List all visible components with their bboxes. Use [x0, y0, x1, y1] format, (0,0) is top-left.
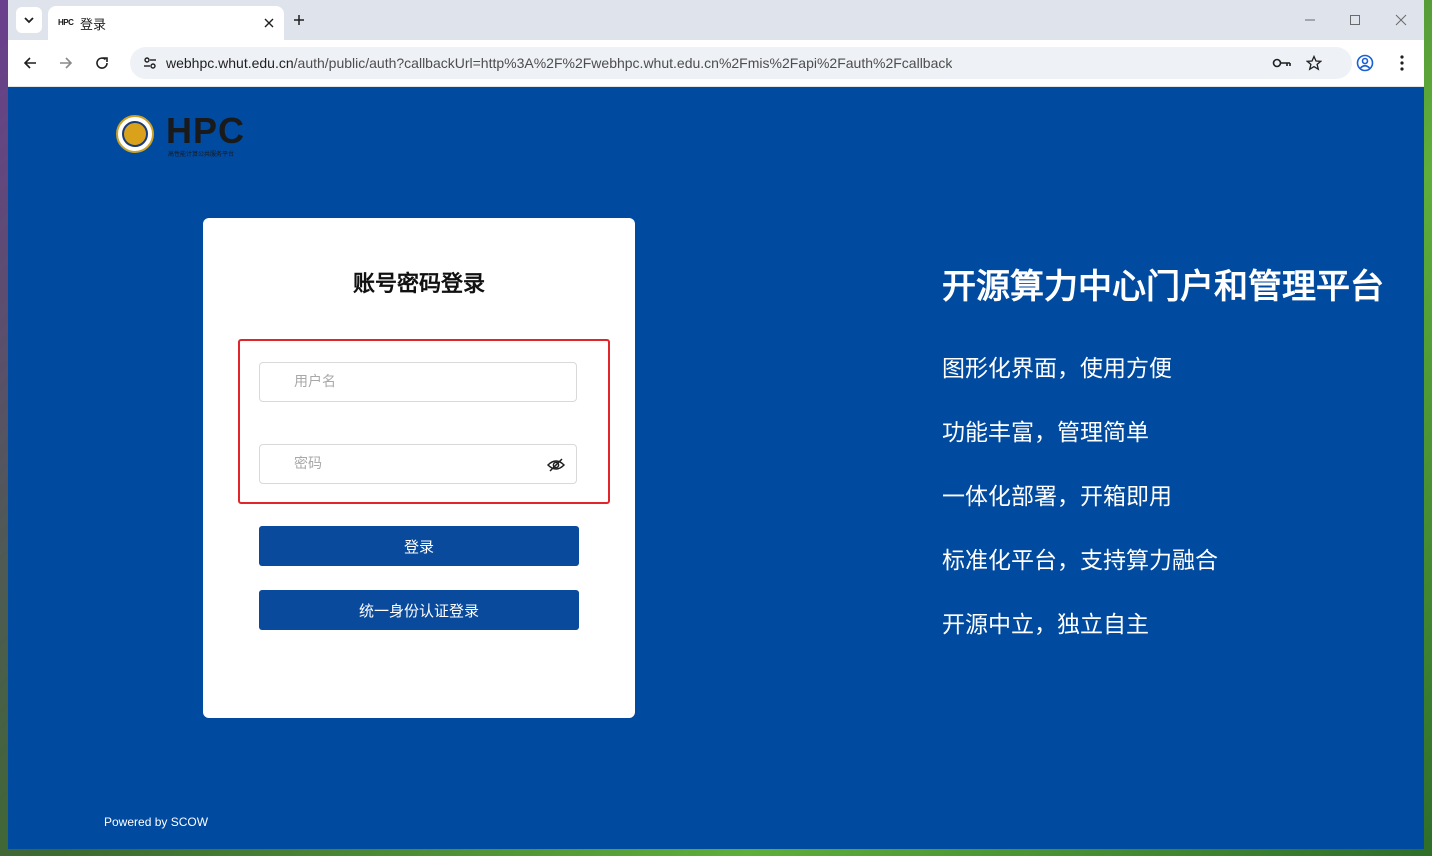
minimize-icon [1305, 19, 1315, 21]
forward-icon [60, 57, 73, 69]
profile-icon [1356, 54, 1374, 72]
password-key-button[interactable] [1272, 53, 1292, 73]
login-title: 账号密码登录 [352, 272, 485, 297]
back-icon [23, 57, 36, 69]
url-text: webhpc.whut.edu.cn/auth/public/auth?call… [166, 55, 952, 71]
username-field[interactable] [259, 362, 577, 402]
university-seal-icon [116, 115, 154, 153]
feature-item: 功能丰富，管理简单 [942, 420, 1149, 446]
url-path: /auth/public/auth?callbackUrl=http%3A%2F… [293, 55, 953, 71]
key-icon [1272, 58, 1291, 68]
back-button[interactable] [19, 52, 41, 74]
close-icon [264, 18, 274, 28]
sso-login-button[interactable]: 统一身份认证登录 [259, 590, 579, 630]
minimize-button[interactable] [1300, 10, 1320, 30]
close-icon [1395, 14, 1407, 26]
browser-toolbar: webhpc.whut.edu.cn/auth/public/auth?call… [8, 40, 1424, 87]
window-close-button[interactable] [1391, 10, 1411, 30]
tab-bar: HPC 登录 [8, 0, 1424, 40]
forward-button[interactable] [55, 52, 77, 74]
bookmark-button[interactable] [1304, 53, 1324, 73]
login-page: HPC 高性能计算公共服务平台 账号密码登录 登录 统一身份认证登录 开源算力中… [8, 87, 1424, 849]
login-button[interactable]: 登录 [259, 526, 579, 566]
username-input[interactable] [292, 373, 536, 391]
logo-subtitle: 高性能计算公共服务平台 [168, 151, 235, 158]
hpc-logo: HPC 高性能计算公共服务平台 [114, 111, 264, 159]
more-icon [1400, 55, 1404, 71]
hero-title: 开源算力中心门户和管理平台 [942, 267, 1384, 307]
feature-item: 开源中立，独立自主 [942, 612, 1149, 638]
star-icon [1306, 55, 1322, 71]
login-card: 账号密码登录 登录 统一身份认证登录 [203, 218, 635, 718]
plus-icon [294, 15, 304, 25]
chevron-down-icon [24, 17, 34, 24]
reload-icon [96, 57, 108, 69]
feature-item: 一体化部署，开箱即用 [942, 484, 1172, 510]
feature-item: 图形化界面，使用方便 [942, 356, 1172, 382]
profile-button[interactable] [1354, 52, 1376, 74]
feature-item: 标准化平台，支持算力融合 [942, 548, 1218, 574]
maximize-button[interactable] [1345, 10, 1365, 30]
tab-active[interactable]: HPC 登录 [48, 6, 284, 40]
reload-button[interactable] [91, 52, 113, 74]
url-host: webhpc.whut.edu.cn [166, 55, 294, 71]
tab-close-button[interactable] [260, 14, 278, 32]
favicon-icon: HPC [58, 18, 74, 27]
site-info-icon[interactable] [140, 53, 160, 73]
tab-search-button[interactable] [16, 7, 42, 33]
logo-text: HPC [166, 110, 246, 151]
menu-button[interactable] [1391, 52, 1413, 74]
powered-by: Powered by SCOW [104, 815, 209, 829]
password-input[interactable] [292, 455, 536, 473]
eye-off-icon [547, 458, 565, 472]
maximize-icon [1350, 15, 1360, 25]
password-field[interactable] [259, 444, 577, 484]
browser-window: HPC 登录 webhpc.whut.edu.cn/auth/public/au… [8, 0, 1424, 849]
new-tab-button[interactable] [290, 11, 308, 29]
tab-title: 登录 [80, 17, 107, 33]
toggle-password-visibility[interactable] [546, 455, 566, 475]
address-bar[interactable]: webhpc.whut.edu.cn/auth/public/auth?call… [130, 47, 1352, 79]
